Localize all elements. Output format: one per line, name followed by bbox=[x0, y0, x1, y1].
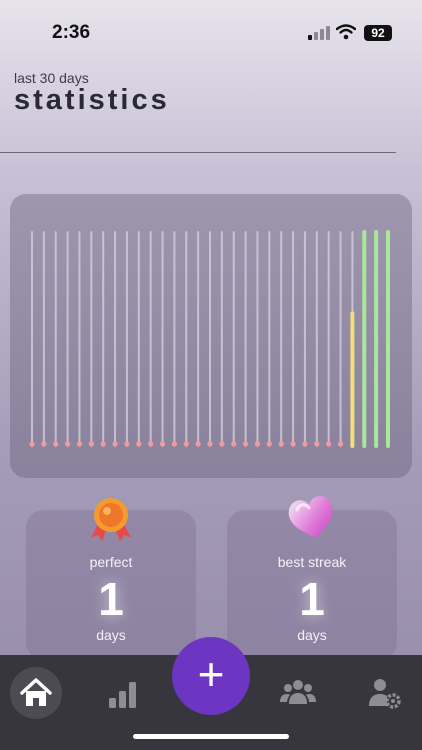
tab-profile-settings[interactable] bbox=[358, 667, 410, 719]
chart-bar-dot bbox=[266, 441, 272, 447]
chart-bar bbox=[29, 231, 35, 447]
home-indicator bbox=[133, 734, 289, 739]
chart-bar-dot bbox=[183, 441, 189, 447]
chart-bar-dot bbox=[136, 441, 142, 447]
chart-bar-dot bbox=[290, 441, 296, 447]
perfect-days-card: perfect 1 days bbox=[26, 498, 196, 660]
battery-indicator: 92 bbox=[364, 25, 392, 41]
chart-bar bbox=[112, 231, 118, 447]
chart-bar-dot bbox=[326, 441, 332, 447]
tab-statistics[interactable] bbox=[97, 667, 149, 719]
chart-bar-dot bbox=[219, 441, 225, 447]
chart-bar-dot bbox=[148, 441, 154, 447]
chart-bar-dot bbox=[53, 441, 59, 447]
perfect-value: 1 bbox=[98, 573, 124, 625]
status-time: 2:36 bbox=[52, 22, 91, 43]
chart-bar bbox=[231, 231, 237, 447]
chart-bar bbox=[207, 231, 213, 447]
add-habit-button[interactable]: + bbox=[172, 637, 250, 715]
tab-home[interactable] bbox=[10, 667, 62, 719]
chart-bar-dot bbox=[314, 441, 320, 447]
chart-bar-dot bbox=[112, 441, 118, 447]
chart-bar bbox=[159, 231, 166, 447]
chart-bar bbox=[302, 231, 308, 447]
chart-bar bbox=[136, 231, 142, 447]
perfect-label: perfect bbox=[89, 554, 133, 570]
chart-bar bbox=[88, 231, 94, 447]
chart-bar-dot bbox=[88, 441, 94, 447]
chart-bar-dot bbox=[41, 441, 47, 447]
chart-bar-dot bbox=[29, 441, 35, 447]
chart-bar-dot bbox=[76, 441, 83, 447]
chart-bar-dot bbox=[195, 441, 201, 447]
header-divider bbox=[0, 152, 396, 153]
chart-bar bbox=[183, 231, 189, 447]
chart-bar bbox=[266, 231, 272, 447]
chart-bar-dot bbox=[159, 441, 166, 447]
chart-bar-dot bbox=[100, 441, 106, 447]
chart-bar-dot bbox=[65, 441, 71, 447]
cellular-signal-icon bbox=[308, 26, 330, 40]
chart-bar bbox=[148, 231, 154, 447]
user-settings-icon bbox=[369, 679, 401, 709]
stats-bars-icon bbox=[109, 682, 136, 708]
best-streak-card: best streak 1 days bbox=[227, 496, 397, 660]
chart-bar bbox=[243, 231, 249, 447]
habit-chart-card bbox=[10, 194, 412, 478]
perfect-unit: days bbox=[96, 627, 126, 643]
chart-bar bbox=[195, 231, 201, 447]
medal-icon bbox=[91, 498, 131, 541]
chart-bar bbox=[76, 231, 83, 447]
chart-bar bbox=[53, 231, 59, 447]
chart-bar-dot bbox=[171, 441, 177, 447]
plus-icon: + bbox=[197, 648, 225, 700]
wifi-icon bbox=[336, 24, 356, 40]
chart-bar bbox=[337, 231, 344, 447]
chart-bar bbox=[326, 231, 332, 447]
chart-bar bbox=[100, 231, 106, 447]
chart-bar bbox=[290, 231, 296, 447]
chart-bar-dot bbox=[254, 441, 261, 447]
status-bar: 2:36 92 bbox=[0, 0, 422, 56]
chart-bar bbox=[65, 231, 71, 447]
heart-icon bbox=[288, 496, 333, 538]
chart-bar bbox=[219, 231, 225, 447]
habit-chart bbox=[29, 230, 390, 448]
home-icon bbox=[20, 678, 52, 706]
chart-bar-dot bbox=[243, 441, 249, 447]
chart-bar-dot bbox=[337, 441, 344, 447]
chart-bar-dot bbox=[302, 441, 308, 447]
best-streak-label: best streak bbox=[277, 554, 347, 570]
chart-bar bbox=[124, 231, 130, 447]
group-icon bbox=[280, 680, 316, 704]
chart-bar bbox=[41, 231, 47, 447]
page-title: statistics bbox=[14, 84, 170, 116]
best-streak-unit: days bbox=[297, 627, 327, 643]
chart-bar bbox=[278, 231, 284, 447]
chart-bar bbox=[314, 231, 320, 447]
chart-bar-dot bbox=[207, 441, 213, 447]
chart-bar bbox=[254, 231, 261, 447]
chart-bar bbox=[171, 231, 177, 447]
chart-bar-dot bbox=[278, 441, 284, 447]
chart-bar-dot bbox=[231, 441, 237, 447]
tab-friends[interactable] bbox=[272, 667, 324, 719]
chart-bar-dot bbox=[124, 441, 130, 447]
best-streak-value: 1 bbox=[299, 573, 325, 625]
